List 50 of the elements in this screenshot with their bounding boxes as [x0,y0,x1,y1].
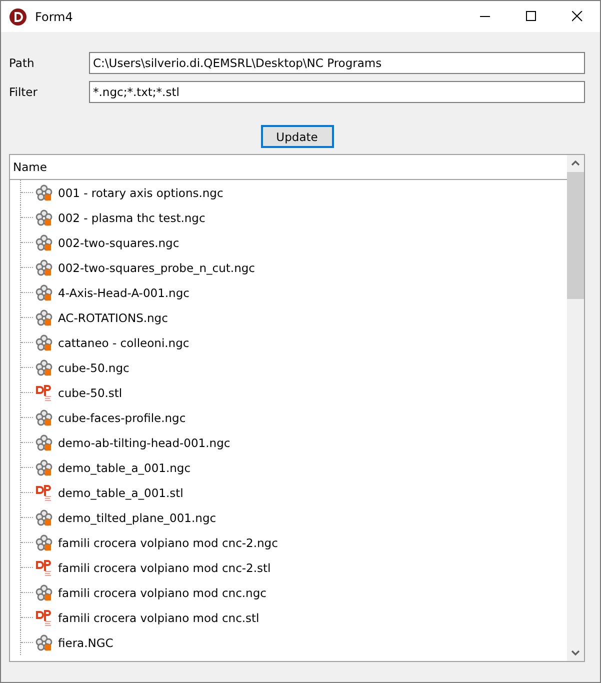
model-file-icon [35,384,53,402]
window-title: Form4 [35,10,73,24]
gcode-file-icon [35,184,53,202]
gcode-file-icon [35,434,53,452]
gcode-file-icon [35,634,53,652]
gcode-file-icon [35,408,53,426]
file-name[interactable]: demo_table_a_001.stl [58,486,184,500]
file-name[interactable]: 002-two-squares.ngc [58,236,180,250]
model-file-icon [35,608,53,626]
file-name[interactable]: demo_table_a_001.ngc [58,460,191,474]
file-name[interactable]: cube-faces-profile.ngc [58,410,186,424]
update-button[interactable]: Update [260,125,334,148]
gcode-file-icon [35,584,53,602]
file-name[interactable]: cube-50.stl [58,386,122,400]
filter-label: Filter [9,85,38,99]
file-name[interactable]: fiera.NGC [58,636,114,650]
column-header[interactable]: Name [10,155,567,180]
path-label: Path [9,56,36,70]
gcode-file-icon [35,508,53,526]
file-name[interactable]: AC-ROTATIONS.ngc [58,310,168,324]
file-name[interactable]: demo-ab-tilting-head-001.ngc [58,436,230,450]
gcode-file-icon [35,334,53,352]
path-field[interactable]: C:\Users\silverio.di.QEMSRL\Desktop\NC Programs [89,52,585,74]
gcode-file-icon [35,308,53,326]
gcode-file-icon [35,258,53,276]
file-name[interactable]: cattaneo - colleoni.ngc [58,336,190,350]
file-name[interactable]: famili crocera volpiano mod cnc.ngc [58,586,266,600]
file-name[interactable]: famili crocera volpiano mod cnc-2.stl [58,560,271,574]
scrollbar[interactable] [567,155,584,661]
file-name[interactable]: demo_tilted_plane_001.ngc [58,510,216,524]
close-icon[interactable] [572,11,582,22]
gcode-file-icon [35,358,53,376]
model-file-icon [35,484,53,502]
file-name[interactable]: 002 - plasma thc test.ngc [58,210,206,224]
maximize-icon[interactable] [526,11,536,22]
file-name[interactable]: 001 - rotary axis options.ngc [58,186,224,200]
file-name[interactable]: famili crocera volpiano mod cnc.stl [58,610,260,624]
file-name[interactable]: cube-50.ngc [58,360,130,374]
filter-field[interactable]: *.ngc;*.txt;*.stl [89,81,585,103]
gcode-file-icon [35,284,53,302]
gcode-file-icon [35,534,53,552]
scrollbar-thumb[interactable] [567,172,584,299]
model-file-icon [35,558,53,576]
file-name[interactable]: 4-Axis-Head-A-001.ngc [58,286,190,300]
gcode-file-icon [35,458,53,476]
app-icon [9,8,27,26]
gcode-file-icon [35,234,53,252]
file-name[interactable]: famili crocera volpiano mod cnc-2.ngc [58,536,278,550]
gcode-file-icon [35,208,53,226]
file-name[interactable]: 002-two-squares_probe_n_cut.ngc [58,260,255,274]
